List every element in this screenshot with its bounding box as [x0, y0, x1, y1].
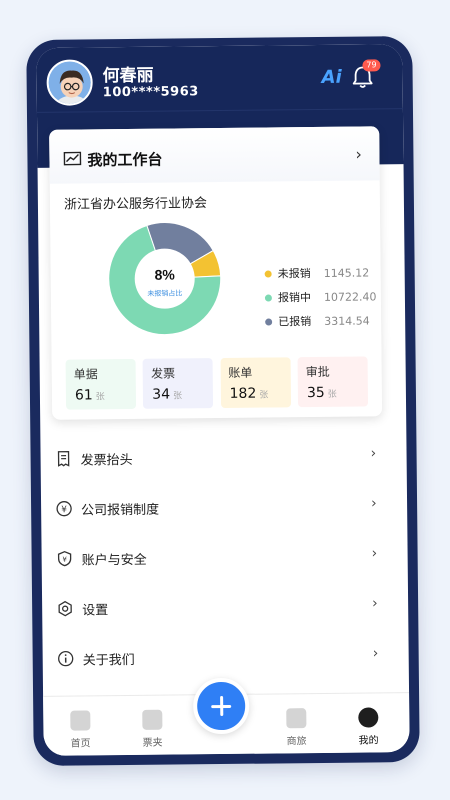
add-button[interactable]	[192, 677, 250, 735]
avatar-image	[48, 61, 93, 106]
donut-legend: 未报销 1145.12 报销中 10722.40 已报销 3314.54	[264, 260, 377, 333]
home-icon	[70, 710, 91, 731]
legend-item: 未报销 1145.12	[264, 260, 377, 285]
invoice-icon	[57, 450, 70, 467]
chevron-right-icon[interactable]: ›	[355, 145, 362, 164]
menu-item-account-security[interactable]: ¥ 账户与安全 ›	[41, 530, 408, 584]
info-icon	[58, 651, 74, 667]
app-screen: 何春丽 100****5963 Ai 79 我的工作台 › 浙江省办公服务行业协…	[36, 44, 410, 756]
tab-travel[interactable]: 商旅	[271, 708, 321, 748]
workbench-title: 我的工作台	[87, 150, 163, 170]
tile-title: 账单	[228, 365, 253, 380]
tile-count: 61 张	[74, 387, 105, 404]
notification-badge: 79	[362, 59, 381, 72]
tile-documents[interactable]: 单据 61 张	[65, 358, 137, 410]
tile-title: 单据	[73, 367, 98, 382]
chevron-right-icon: ›	[370, 445, 377, 462]
legend-value: 10722.40	[323, 289, 377, 304]
menu-label: 账户与安全	[81, 552, 147, 568]
header-divider	[36, 108, 403, 113]
menu-label: 公司报销制度	[81, 502, 160, 518]
legend-item: 已报销 3314.54	[265, 308, 377, 333]
policy-icon: ¥	[56, 501, 72, 517]
tile-bills[interactable]: 账单 182 张	[220, 357, 291, 409]
menu-label: 设置	[82, 602, 109, 618]
menu-item-about-us[interactable]: 关于我们 ›	[42, 630, 409, 684]
shield-icon: ¥	[57, 550, 72, 567]
gear-icon	[58, 600, 72, 617]
organization-name: 浙江省办公服务行业协会	[63, 196, 208, 213]
menu-item-invoice-title[interactable]: 发票抬头 ›	[40, 430, 407, 484]
tab-mine[interactable]: 我的	[343, 707, 393, 747]
tab-label: 我的	[358, 735, 379, 747]
chevron-right-icon: ›	[372, 645, 379, 662]
stats-tiles: 单据 61 张 发票 34 张 账单 182 张 审批 35 张	[65, 356, 369, 410]
menu-item-reimbursement-policy[interactable]: ¥ 公司报销制度 ›	[41, 480, 408, 534]
trend-chart-icon	[63, 151, 82, 166]
chevron-right-icon: ›	[372, 595, 378, 612]
legend-value: 3314.54	[324, 313, 370, 328]
ticket-folder-icon	[142, 709, 163, 730]
tile-approvals[interactable]: 审批 35 张	[297, 356, 369, 408]
legend-value: 1145.12	[323, 265, 370, 280]
tab-label: 票夹	[142, 737, 163, 749]
workbench-header[interactable]: 我的工作台 ›	[49, 126, 380, 184]
donut-center-label: 未报销占比	[147, 288, 182, 297]
svg-text:¥: ¥	[61, 505, 67, 515]
ai-assistant-button[interactable]: Ai	[322, 67, 342, 88]
svg-text:¥: ¥	[62, 556, 67, 564]
phone-frame: 何春丽 100****5963 Ai 79 我的工作台 › 浙江省办公服务行业协…	[26, 35, 420, 767]
tile-count: 35 张	[306, 384, 337, 402]
suitcase-icon	[286, 708, 307, 729]
tile-count: 182 张	[229, 385, 269, 402]
legend-label: 报销中	[277, 291, 311, 305]
tab-home[interactable]: 首页	[55, 710, 105, 750]
workbench-card: 我的工作台 › 浙江省办公服务行业协会 8% 未报销占比 未报销 1145.12…	[49, 126, 383, 420]
tab-label: 首页	[70, 738, 91, 750]
donut-center-value: 8%	[154, 266, 175, 282]
menu-label: 发票抬头	[80, 452, 133, 468]
tile-invoices[interactable]: 发票 34 张	[142, 358, 214, 409]
legend-dot	[265, 317, 273, 326]
tab-ticket-folder[interactable]: 票夹	[127, 709, 177, 749]
chevron-right-icon: ›	[371, 545, 378, 562]
user-name: 何春丽	[102, 65, 154, 87]
settings-menu: 发票抬头 › ¥ 公司报销制度 › ¥ 账户与安全 › 设置 › 关于我们 ›	[40, 430, 409, 684]
chevron-right-icon: ›	[370, 495, 377, 512]
avatar[interactable]	[46, 59, 93, 106]
menu-item-settings[interactable]: 设置 ›	[42, 580, 409, 634]
tab-label: 商旅	[286, 736, 307, 748]
menu-label: 关于我们	[82, 652, 135, 668]
legend-item: 报销中 10722.40	[264, 284, 377, 309]
tile-title: 发票	[150, 366, 176, 381]
user-phone: 100****5963	[102, 84, 199, 101]
legend-label: 已报销	[278, 315, 312, 329]
legend-label: 未报销	[277, 267, 311, 281]
legend-dot	[264, 293, 272, 302]
tile-title: 审批	[305, 364, 330, 380]
tile-count: 34 张	[152, 386, 183, 403]
legend-dot	[264, 269, 272, 278]
user-icon	[358, 707, 379, 728]
expense-donut-chart: 8% 未报销占比	[108, 222, 222, 336]
